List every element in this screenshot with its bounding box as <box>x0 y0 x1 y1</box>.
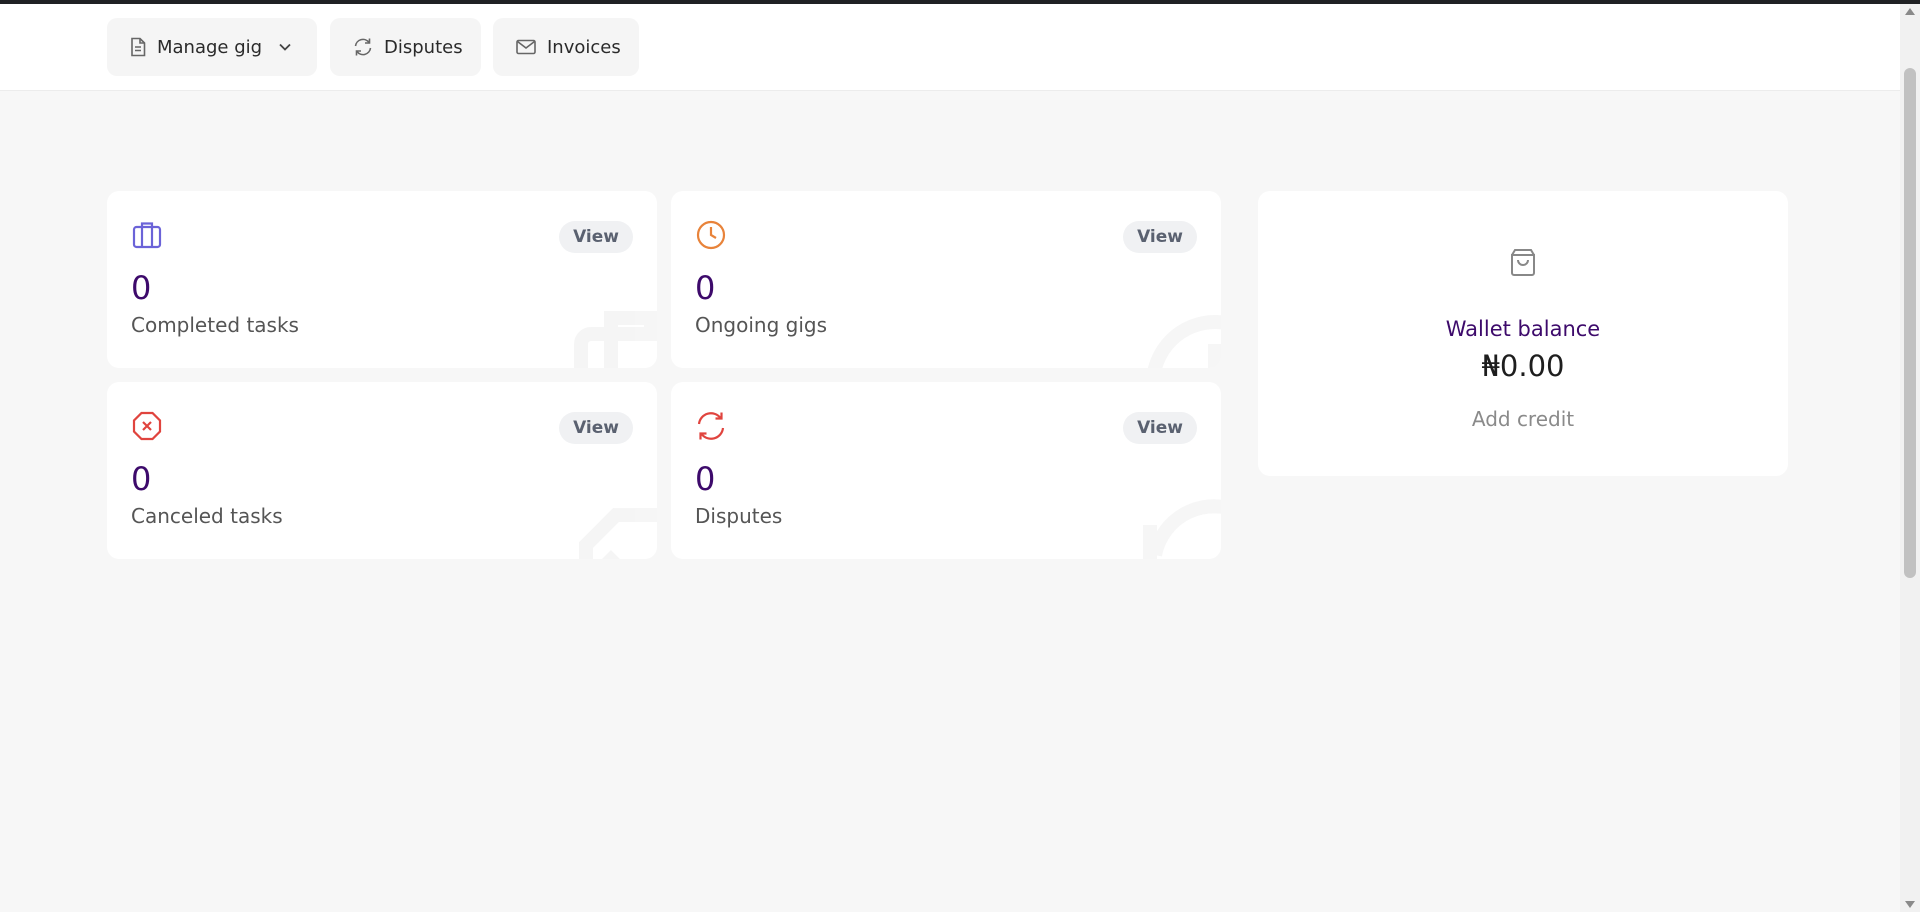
completed-view-button[interactable]: View <box>559 221 633 253</box>
refresh-icon <box>352 37 374 57</box>
ongoing-view-button[interactable]: View <box>1123 221 1197 253</box>
briefcase-icon <box>131 219 163 251</box>
clock-icon <box>695 219 727 251</box>
canceled-tasks-count: 0 <box>131 460 152 498</box>
scrollbar-thumb[interactable] <box>1904 68 1916 578</box>
wallet-balance-label: Wallet balance <box>1445 317 1601 341</box>
canceled-tasks-label: Canceled tasks <box>131 504 283 528</box>
disputes-nav-label: Disputes <box>384 36 463 58</box>
file-icon <box>129 37 147 57</box>
refresh-icon <box>695 410 727 442</box>
x-octagon-watermark-icon <box>571 495 657 559</box>
ongoing-gigs-card: View 0 Ongoing gigs <box>671 191 1221 368</box>
invoices-nav-button[interactable]: Invoices <box>493 18 639 76</box>
completed-tasks-count: 0 <box>131 269 152 307</box>
refresh-watermark-icon <box>1135 495 1221 559</box>
completed-tasks-card: View 0 Completed tasks <box>107 191 657 368</box>
canceled-tasks-card: View 0 Canceled tasks <box>107 382 657 559</box>
disputes-view-button[interactable]: View <box>1123 412 1197 444</box>
shopping-bag-icon <box>1508 247 1538 281</box>
disputes-count: 0 <box>695 460 716 498</box>
invoices-nav-label: Invoices <box>547 36 621 58</box>
ongoing-gigs-count: 0 <box>695 269 716 307</box>
disputes-nav-button[interactable]: Disputes <box>330 18 481 76</box>
canceled-view-button[interactable]: View <box>559 412 633 444</box>
ongoing-gigs-label: Ongoing gigs <box>695 313 828 337</box>
scroll-up-arrow-icon[interactable] <box>1905 8 1915 15</box>
x-octagon-icon <box>131 410 163 442</box>
manage-gig-label: Manage gig <box>157 36 263 58</box>
disputes-label: Disputes <box>695 504 783 528</box>
mail-icon <box>515 38 537 56</box>
scroll-down-arrow-icon[interactable] <box>1905 901 1915 908</box>
vertical-scrollbar[interactable] <box>1900 4 1920 912</box>
wallet-card: Wallet balance ₦0.00 Add credit <box>1258 191 1788 476</box>
disputes-card: View 0 Disputes <box>671 382 1221 559</box>
top-navbar: Manage gig Disputes Invoices <box>0 4 1900 91</box>
clock-watermark-icon <box>1135 304 1221 368</box>
add-credit-button[interactable]: Add credit <box>1258 407 1788 431</box>
chevron-down-icon <box>278 42 292 52</box>
briefcase-watermark-icon <box>571 304 657 368</box>
manage-gig-button[interactable]: Manage gig <box>107 18 317 76</box>
completed-tasks-label: Completed tasks <box>131 313 299 337</box>
wallet-balance-amount: ₦0.00 <box>1481 349 1565 383</box>
